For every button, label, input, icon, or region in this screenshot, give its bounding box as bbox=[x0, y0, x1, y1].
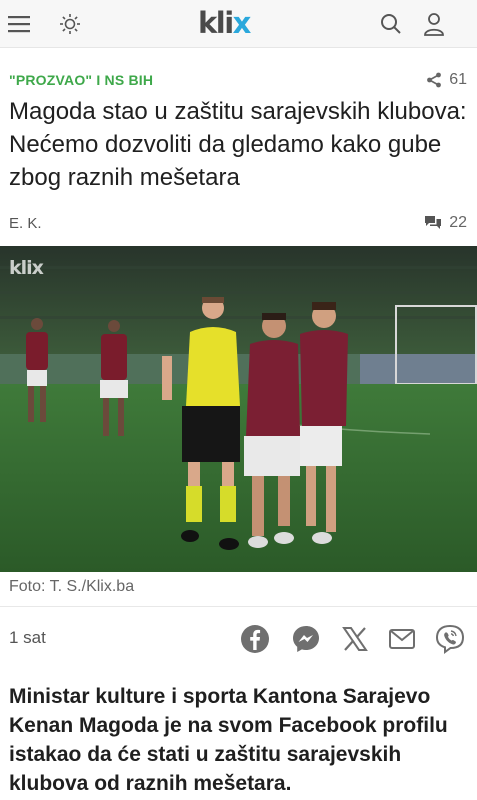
menu-icon[interactable] bbox=[4, 9, 34, 39]
photo-watermark: klix bbox=[9, 257, 44, 279]
user-icon[interactable] bbox=[419, 9, 449, 39]
messenger-icon[interactable] bbox=[290, 623, 322, 655]
comments-icon bbox=[425, 216, 442, 229]
publish-time: 1 sat bbox=[9, 628, 46, 647]
category-label[interactable]: "PROZVAO" I NS BIH bbox=[9, 72, 153, 88]
comment-count-value: 22 bbox=[449, 214, 467, 231]
article-title: Magoda stao u zaštitu sarajevskih klubov… bbox=[9, 98, 467, 191]
share-count-value: 61 bbox=[449, 71, 467, 88]
article-lead: Ministar kulture i sporta Kantona Saraje… bbox=[9, 685, 448, 795]
logo-text: klix bbox=[198, 6, 251, 40]
brightness-icon[interactable] bbox=[55, 9, 85, 39]
x-icon[interactable] bbox=[339, 623, 371, 655]
article-photo[interactable]: klix bbox=[0, 246, 477, 572]
article-meta-top: "PROZVAO" I NS BIH 61 bbox=[9, 71, 467, 89]
klix-logo[interactable]: klix bbox=[198, 5, 280, 41]
photo-caption: Foto: T. S./Klix.ba bbox=[9, 578, 135, 595]
article-meta-author: E. K. 22 bbox=[9, 214, 467, 232]
share-icon bbox=[427, 72, 442, 88]
top-navigation-bar: klix bbox=[0, 0, 477, 48]
divider bbox=[0, 606, 477, 607]
search-icon[interactable] bbox=[376, 9, 406, 39]
comment-count[interactable]: 22 bbox=[424, 214, 467, 232]
email-icon[interactable] bbox=[386, 623, 418, 655]
viber-icon[interactable] bbox=[434, 623, 466, 655]
author-name[interactable]: E. K. bbox=[9, 215, 42, 232]
facebook-icon[interactable] bbox=[239, 623, 271, 655]
share-count[interactable]: 61 bbox=[426, 71, 467, 89]
